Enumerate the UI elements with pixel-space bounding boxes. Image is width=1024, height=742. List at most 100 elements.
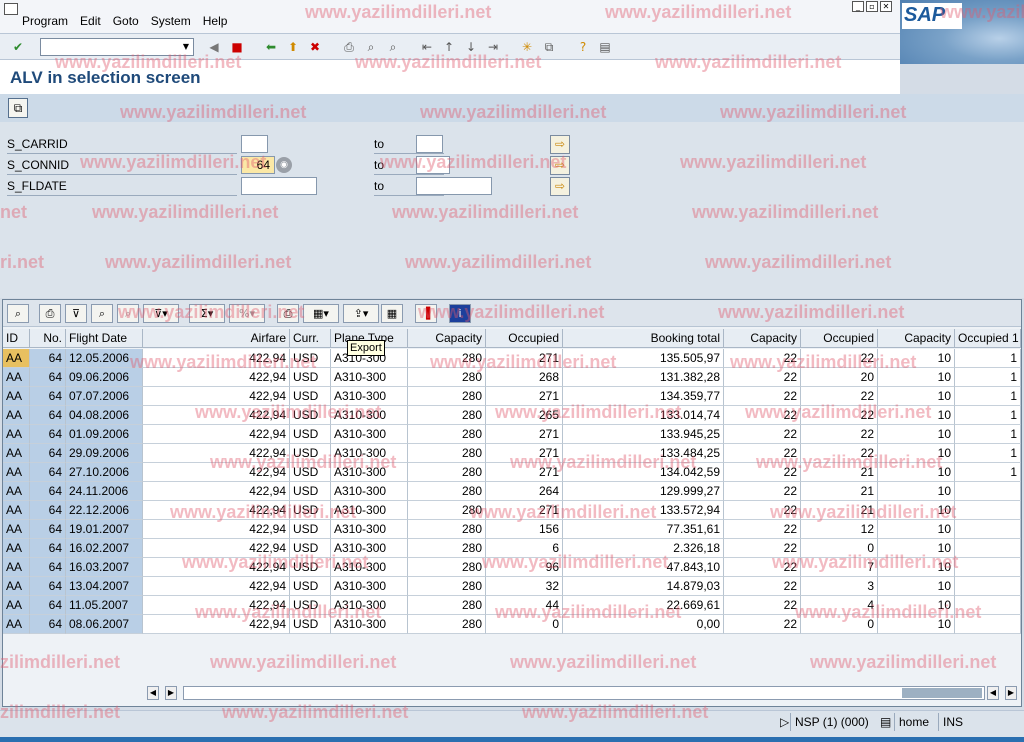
table-cell[interactable]: 422,94: [143, 463, 290, 482]
table-cell[interactable]: 64: [30, 406, 66, 425]
column-header[interactable]: Occupied: [486, 329, 563, 348]
print-icon[interactable]: ⎙: [340, 38, 358, 56]
system-info-icon[interactable]: ▤: [876, 713, 895, 731]
table-cell[interactable]: 271: [486, 425, 563, 444]
column-header[interactable]: No.: [30, 329, 66, 348]
command-field-dropdown-icon[interactable]: ▼: [181, 41, 191, 53]
scrollbar-thumb[interactable]: [902, 688, 982, 698]
table-cell[interactable]: 13.04.2007: [66, 577, 143, 596]
table-cell[interactable]: 3: [801, 577, 878, 596]
details-icon[interactable]: ⌕: [7, 304, 29, 323]
last-page-icon[interactable]: ⇥: [484, 38, 502, 56]
table-cell[interactable]: 0,00: [563, 615, 724, 634]
fldate-high-input[interactable]: [416, 177, 492, 195]
table-cell[interactable]: 422,94: [143, 577, 290, 596]
table-cell[interactable]: A310-300: [331, 615, 408, 634]
table-cell[interactable]: 12.05.2006: [66, 349, 143, 368]
table-cell[interactable]: 271: [486, 463, 563, 482]
total-icon[interactable]: Σ▾: [189, 304, 225, 323]
table-cell[interactable]: 280: [408, 596, 486, 615]
column-header[interactable]: Occupied 1: [955, 329, 1021, 348]
table-cell[interactable]: USD: [290, 406, 331, 425]
table-cell[interactable]: 07.07.2006: [66, 387, 143, 406]
table-cell[interactable]: 264: [486, 482, 563, 501]
table-cell[interactable]: AA: [3, 463, 30, 482]
table-cell[interactable]: 422,94: [143, 615, 290, 634]
table-cell[interactable]: 280: [408, 501, 486, 520]
layout-menu-icon[interactable]: ▤: [596, 38, 614, 56]
table-cell[interactable]: 16.02.2007: [66, 539, 143, 558]
table-cell[interactable]: 422,94: [143, 425, 290, 444]
multiple-selection-icon[interactable]: ⇨: [550, 156, 570, 175]
shortcut-icon[interactable]: ⧉: [540, 38, 558, 56]
table-cell[interactable]: 22: [801, 349, 878, 368]
table-cell[interactable]: 22.669,61: [563, 596, 724, 615]
find-next-icon[interactable]: ⌕: [384, 38, 402, 56]
table-cell[interactable]: 22: [724, 577, 801, 596]
table-cell[interactable]: 16.03.2007: [66, 558, 143, 577]
table-cell[interactable]: 422,94: [143, 501, 290, 520]
table-cell[interactable]: 280: [408, 615, 486, 634]
table-cell[interactable]: A310-300: [331, 482, 408, 501]
scrollbar-track[interactable]: [183, 686, 985, 700]
find-icon[interactable]: ⌕: [362, 38, 380, 56]
table-cell[interactable]: 280: [408, 387, 486, 406]
table-cell[interactable]: 10: [878, 615, 955, 634]
print-preview-icon[interactable]: ⎙: [39, 304, 61, 323]
table-cell[interactable]: 422,94: [143, 520, 290, 539]
views-icon[interactable]: ▦▾: [303, 304, 339, 323]
first-page-icon[interactable]: ⇤: [418, 38, 436, 56]
table-cell[interactable]: 133.014,74: [563, 406, 724, 425]
table-cell[interactable]: 1: [955, 444, 1021, 463]
app-menu-icon[interactable]: [4, 3, 18, 15]
table-cell[interactable]: USD: [290, 539, 331, 558]
table-cell[interactable]: 156: [486, 520, 563, 539]
column-header[interactable]: Capacity: [408, 329, 486, 348]
check-icon[interactable]: ✔: [9, 38, 27, 56]
layout-icon[interactable]: ▦: [381, 304, 403, 323]
table-cell[interactable]: 0: [801, 615, 878, 634]
table-cell[interactable]: 64: [30, 520, 66, 539]
menu-help[interactable]: Help: [203, 14, 228, 28]
table-cell[interactable]: USD: [290, 387, 331, 406]
find-next-icon[interactable]: ⌕: [117, 304, 139, 323]
table-cell[interactable]: [955, 577, 1021, 596]
table-cell[interactable]: 133.484,25: [563, 444, 724, 463]
set-filter-icon[interactable]: ⊽▾: [143, 304, 179, 323]
table-cell[interactable]: [955, 482, 1021, 501]
table-cell[interactable]: 04.08.2006: [66, 406, 143, 425]
table-cell[interactable]: AA: [3, 425, 30, 444]
table-cell[interactable]: A310-300: [331, 596, 408, 615]
table-cell[interactable]: 64: [30, 615, 66, 634]
table-cell[interactable]: AA: [3, 558, 30, 577]
table-cell[interactable]: USD: [290, 425, 331, 444]
table-cell[interactable]: 1: [955, 425, 1021, 444]
table-cell[interactable]: 135.505,97: [563, 349, 724, 368]
table-cell[interactable]: [955, 539, 1021, 558]
table-cell[interactable]: 22: [724, 482, 801, 501]
table-cell[interactable]: 19.01.2007: [66, 520, 143, 539]
table-cell[interactable]: [955, 501, 1021, 520]
table-cell[interactable]: 10: [878, 539, 955, 558]
table-cell[interactable]: AA: [3, 444, 30, 463]
table-cell[interactable]: 1: [955, 406, 1021, 425]
table-cell[interactable]: 280: [408, 368, 486, 387]
table-cell[interactable]: 280: [408, 406, 486, 425]
table-cell[interactable]: 1: [955, 368, 1021, 387]
table-cell[interactable]: 01.09.2006: [66, 425, 143, 444]
table-cell[interactable]: 20: [801, 368, 878, 387]
table-cell[interactable]: 12: [801, 520, 878, 539]
table-cell[interactable]: 22: [724, 558, 801, 577]
previous-page-icon[interactable]: ↑: [440, 38, 458, 56]
table-cell[interactable]: USD: [290, 596, 331, 615]
table-cell[interactable]: USD: [290, 558, 331, 577]
table-cell[interactable]: 134.042,59: [563, 463, 724, 482]
close-icon[interactable]: ✕: [880, 1, 892, 12]
table-cell[interactable]: 1: [955, 387, 1021, 406]
table-cell[interactable]: A310-300: [331, 501, 408, 520]
table-cell[interactable]: 22: [724, 520, 801, 539]
table-cell[interactable]: AA: [3, 539, 30, 558]
table-cell[interactable]: 422,94: [143, 387, 290, 406]
table-cell[interactable]: 422,94: [143, 596, 290, 615]
table-cell[interactable]: USD: [290, 501, 331, 520]
